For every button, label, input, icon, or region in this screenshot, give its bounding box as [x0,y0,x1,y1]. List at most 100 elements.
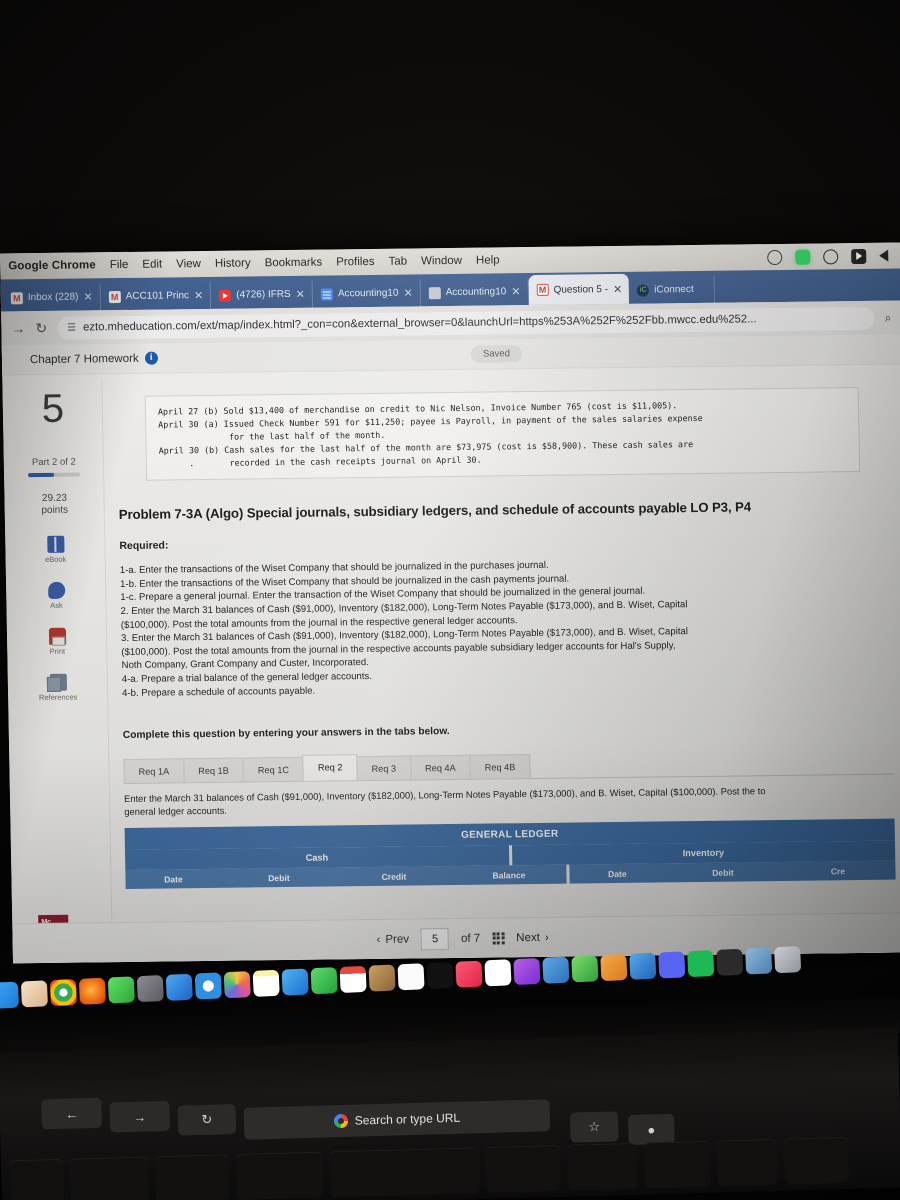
requirements-list: 1-a. Enter the transactions of the Wiset… [120,555,892,700]
points-display: 29.23 points [4,492,104,518]
print-icon [48,627,66,645]
key[interactable] [783,1136,849,1185]
dock-icon-messages[interactable] [107,976,135,1004]
browser-tab-inbox[interactable]: Inbox (228) ✕ [2,283,101,312]
dock-icon-music[interactable] [455,960,483,988]
sidebar-tool-ask[interactable]: Ask [6,581,107,610]
address-bar[interactable]: ☰ ezto.mheducation.com/ext/map/index.htm… [56,306,875,340]
green-app-icon[interactable] [795,249,811,265]
browser-tab-accounting10-b[interactable]: Accounting10 ✕ [420,278,529,307]
dock-icon-firefox[interactable] [78,977,106,1005]
tab-req-2[interactable]: Req 2 [302,754,358,781]
menu-item-help[interactable]: Help [476,254,500,266]
sidebar-tool-ebook[interactable]: eBook [5,535,106,564]
tab-req-4b[interactable]: Req 4B [469,754,531,779]
close-icon[interactable]: ✕ [511,285,520,298]
dock-icon-appletv[interactable] [426,961,454,990]
dock-icon-calendar[interactable] [339,965,367,993]
close-icon[interactable]: ✕ [83,290,92,303]
dock-icon-numbers[interactable] [571,955,599,983]
tab-req-1b[interactable]: Req 1B [182,757,245,783]
touchbar-reload-button[interactable]: ↻ [177,1103,237,1136]
dock-icon-spotify[interactable] [687,950,715,978]
touchbar-forward-button[interactable]: → [109,1100,171,1133]
key[interactable] [716,1138,778,1187]
touchbar-bookmark-button[interactable]: ☆ [569,1111,619,1143]
menu-item-file[interactable]: File [110,259,129,271]
key[interactable] [69,1156,150,1200]
key[interactable] [643,1140,711,1189]
search-icon[interactable]: ⌕ [884,310,891,325]
dock-icon-appstore[interactable] [165,973,193,1001]
key[interactable] [235,1151,324,1200]
dock-icon-vlc[interactable] [716,948,744,976]
references-icon [49,673,67,691]
points-value: 29.23 [41,492,68,504]
tab-req-3[interactable]: Req 3 [356,755,412,781]
dock-icon-preview[interactable] [745,947,773,975]
close-icon[interactable]: ✕ [403,286,412,299]
key[interactable] [8,1158,65,1200]
menu-app-name[interactable]: Google Chrome [8,259,96,272]
close-icon[interactable]: ✕ [194,289,203,302]
dock-icon-photos[interactable] [223,971,251,999]
forward-icon[interactable]: → [11,320,25,336]
reload-icon[interactable]: ↻ [35,319,47,336]
menu-item-window[interactable]: Window [421,255,462,267]
key[interactable] [154,1154,231,1200]
browser-tab-ifrs[interactable]: (4726) IFRS ✕ [210,280,314,309]
menu-item-history[interactable]: History [215,257,251,269]
dock-icon-chrome[interactable] [49,978,77,1007]
browser-tab-accounting10-a[interactable]: Accounting10 ✕ [312,279,421,308]
browser-tab-question-5[interactable]: Question 5 - ✕ [528,273,630,306]
sidebar-tool-print[interactable]: Print [7,627,108,656]
dock-icon-reminders[interactable] [397,963,425,991]
close-icon[interactable]: ✕ [613,282,622,295]
tab-req-4a[interactable]: Req 4A [409,754,471,780]
general-ledger-table: GENERAL LEDGER Cash Inventory Date Debit… [124,819,896,890]
key[interactable] [485,1144,562,1193]
dock-icon-launchpad[interactable] [20,980,49,1008]
menu-item-edit[interactable]: Edit [142,259,162,271]
generic-icon [428,286,441,299]
dock-icon-pages[interactable] [600,953,628,982]
sidebar-tool-references[interactable]: References [8,673,109,702]
info-icon[interactable]: i [144,351,158,365]
gmail-icon [108,290,121,303]
browser-tab-iconnect[interactable]: iConnect [628,275,716,304]
menu-item-profiles[interactable]: Profiles [336,256,375,268]
touchbar-history-button[interactable]: ● [627,1113,675,1146]
dock-icon-notes[interactable] [252,969,280,997]
media-play-icon[interactable] [851,248,867,264]
settings-icon[interactable] [767,249,783,265]
dock-icon-settings[interactable] [136,975,164,1003]
dock-icon-trash[interactable] [774,946,802,974]
dock-icon-safari[interactable] [194,972,222,1000]
grammarly-icon[interactable] [823,248,839,264]
tab-req-1a[interactable]: Req 1A [123,758,185,784]
menu-item-view[interactable]: View [176,258,201,270]
key-spacebar[interactable] [328,1147,481,1198]
dock-icon-xcode[interactable] [629,952,657,980]
tab-req-1c[interactable]: Req 1C [242,756,305,782]
dock-icon-finder[interactable] [0,981,20,1009]
menu-item-tab[interactable]: Tab [388,256,407,268]
key[interactable] [566,1142,638,1191]
touchbar-search-field[interactable]: Search or type URL [243,1099,551,1140]
close-icon[interactable]: ✕ [296,288,305,301]
volume-icon[interactable] [879,249,889,262]
dock-icon-contacts[interactable] [368,964,396,992]
browser-tab-acc101[interactable]: ACC101 Princ ✕ [100,281,212,311]
dock-icon-keynote[interactable] [542,956,570,984]
dock-icon-discord[interactable] [658,951,686,979]
ledger-col-date-inventory: Date [608,868,627,880]
site-settings-icon[interactable]: ☰ [67,322,76,333]
touchbar-search-placeholder: Search or type URL [354,1110,461,1128]
dock-icon-mail[interactable] [281,968,309,996]
dock-icon-facetime[interactable] [310,967,338,995]
dock-icon-podcasts[interactable] [513,957,541,986]
touchbar-back-button[interactable]: ← [41,1097,103,1130]
dock-icon-news[interactable] [484,959,512,987]
ledger-col-debit: Debit [268,872,290,884]
menu-item-bookmarks[interactable]: Bookmarks [265,257,323,270]
